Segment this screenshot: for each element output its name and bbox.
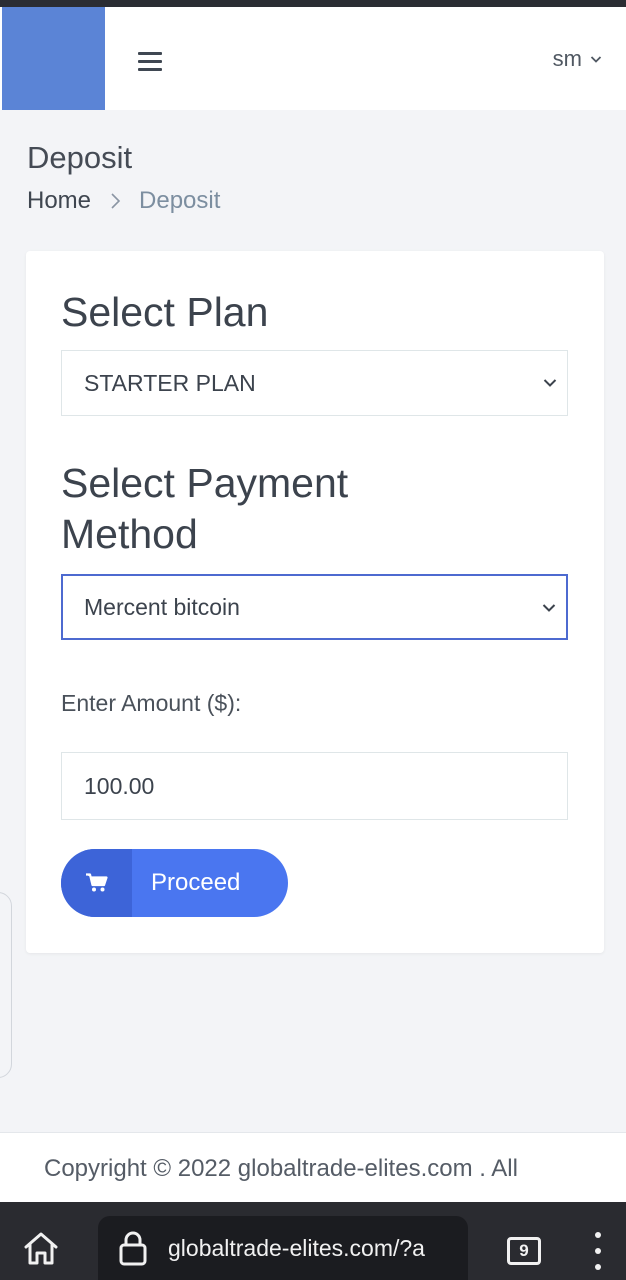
home-icon[interactable] (22, 1230, 60, 1266)
amount-label: Enter Amount ($): (61, 690, 242, 716)
page-title: Deposit (27, 140, 133, 175)
deposit-card: Select Plan STARTER PLAN Select Payment … (26, 251, 604, 953)
plan-select-value: STARTER PLAN (84, 369, 256, 396)
breadcrumb: Home Deposit (27, 187, 220, 215)
payment-method-select[interactable]: Mercent bitcoin (61, 574, 568, 640)
overflow-menu-icon[interactable] (592, 1232, 604, 1270)
chevron-down-icon (542, 604, 556, 612)
hamburger-icon[interactable] (138, 52, 162, 72)
chevron-down-icon (590, 56, 602, 63)
page-footer: Copyright © 2022 globaltrade-elites.com … (0, 1132, 626, 1202)
side-drawer-handle[interactable] (0, 892, 12, 1078)
plan-select[interactable]: STARTER PLAN (61, 350, 568, 416)
status-strip (0, 0, 626, 7)
lock-icon (119, 1231, 147, 1266)
proceed-button[interactable]: Proceed (61, 849, 288, 917)
payment-method-select-value: Mercent bitcoin (84, 593, 240, 620)
url-text: globaltrade-elites.com/?a (168, 1234, 425, 1261)
payment-method-heading: Select Payment Method (61, 460, 349, 557)
proceed-icon-wrap (61, 849, 132, 917)
app-header: sm (0, 7, 626, 110)
user-name: sm (552, 46, 582, 71)
breadcrumb-current: Deposit (139, 187, 221, 214)
browser-toolbar: globaltrade-elites.com/?a 9 (0, 1202, 626, 1280)
chevron-down-icon (543, 379, 557, 387)
cart-icon (85, 873, 108, 892)
proceed-label: Proceed (151, 869, 241, 896)
logo[interactable] (2, 7, 105, 110)
plan-heading: Select Plan (61, 289, 269, 335)
chevron-right-icon (111, 193, 121, 209)
tab-count: 9 (519, 1241, 529, 1260)
breadcrumb-home-link[interactable]: Home (27, 187, 91, 215)
user-menu[interactable]: sm (553, 45, 602, 73)
copyright-text: Copyright © 2022 globaltrade-elites.com … (44, 1155, 518, 1182)
amount-input[interactable]: 100.00 (61, 752, 568, 820)
tab-switcher-button[interactable]: 9 (507, 1237, 541, 1265)
amount-input-value: 100.00 (84, 772, 155, 799)
address-bar[interactable]: globaltrade-elites.com/?a (98, 1216, 468, 1280)
